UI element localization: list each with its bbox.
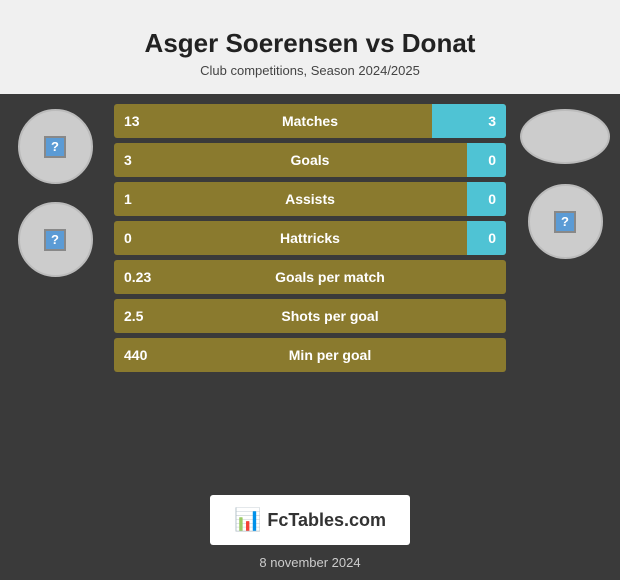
stat-row-hattricks: 0 Hattricks 0 bbox=[114, 221, 506, 255]
left-player-avatar-bottom: ? bbox=[18, 202, 93, 277]
logo-area: 📊 FcTables.com bbox=[210, 495, 410, 545]
page-wrapper: Asger Soerensen vs Donat Club competitio… bbox=[0, 0, 620, 580]
page-title: Asger Soerensen vs Donat bbox=[0, 18, 620, 61]
left-avatars: ? ? bbox=[0, 104, 110, 277]
stat-right-assists: 0 bbox=[466, 191, 506, 207]
stat-label-goals-per-match: Goals per match bbox=[154, 269, 506, 285]
date-text: 8 november 2024 bbox=[259, 555, 360, 570]
stat-right-hattricks: 0 bbox=[466, 230, 506, 246]
left-player-avatar-top: ? bbox=[18, 109, 93, 184]
stat-left-matches: 13 bbox=[114, 113, 154, 129]
stat-label-min-per-goal: Min per goal bbox=[154, 347, 506, 363]
header-bg: Asger Soerensen vs Donat Club competitio… bbox=[0, 0, 620, 94]
main-area: ? ? 13 Matches 3 3 Goals bbox=[0, 94, 620, 485]
stat-right-matches: 3 bbox=[466, 113, 506, 129]
stat-bar-assists: 1 Assists 0 bbox=[114, 182, 506, 216]
stat-row-goals: 3 Goals 0 bbox=[114, 143, 506, 177]
stat-bar-shots-per-goal: 2.5 Shots per goal bbox=[114, 299, 506, 333]
stat-right-goals: 0 bbox=[466, 152, 506, 168]
stat-row-min-per-goal: 440 Min per goal bbox=[114, 338, 506, 372]
stat-label-assists: Assists bbox=[154, 191, 466, 207]
left-avatar-question-bottom: ? bbox=[44, 229, 66, 251]
stat-label-shots-per-goal: Shots per goal bbox=[154, 308, 506, 324]
right-player-avatar-top bbox=[520, 109, 610, 164]
stat-left-hattricks: 0 bbox=[114, 230, 154, 246]
stat-left-goals: 3 bbox=[114, 152, 154, 168]
stat-label-hattricks: Hattricks bbox=[154, 230, 466, 246]
stat-row-matches: 13 Matches 3 bbox=[114, 104, 506, 138]
stat-row-goals-per-match: 0.23 Goals per match bbox=[114, 260, 506, 294]
stat-bar-hattricks: 0 Hattricks 0 bbox=[114, 221, 506, 255]
logo-icon: 📊 bbox=[234, 507, 261, 533]
right-player-avatar-bottom: ? bbox=[528, 184, 603, 259]
stat-label-matches: Matches bbox=[154, 113, 466, 129]
stat-bar-matches: 13 Matches 3 bbox=[114, 104, 506, 138]
page-subtitle: Club competitions, Season 2024/2025 bbox=[0, 61, 620, 88]
stat-left-shots-per-goal: 2.5 bbox=[114, 308, 154, 324]
right-avatar-area: ? bbox=[510, 104, 620, 259]
stat-bar-goals: 3 Goals 0 bbox=[114, 143, 506, 177]
stats-area: 13 Matches 3 3 Goals 0 1 Assists 0 bbox=[110, 104, 510, 372]
bottom-section: 📊 FcTables.com 8 november 2024 bbox=[0, 485, 620, 580]
right-avatar-question: ? bbox=[554, 211, 576, 233]
stat-left-min-per-goal: 440 bbox=[114, 347, 154, 363]
logo-text: FcTables.com bbox=[267, 510, 386, 531]
stat-bar-min-per-goal: 440 Min per goal bbox=[114, 338, 506, 372]
stat-left-goals-per-match: 0.23 bbox=[114, 269, 154, 285]
stat-label-goals: Goals bbox=[154, 152, 466, 168]
left-avatar-question-top: ? bbox=[44, 136, 66, 158]
stat-bar-goals-per-match: 0.23 Goals per match bbox=[114, 260, 506, 294]
stat-row-assists: 1 Assists 0 bbox=[114, 182, 506, 216]
stat-row-shots-per-goal: 2.5 Shots per goal bbox=[114, 299, 506, 333]
stat-left-assists: 1 bbox=[114, 191, 154, 207]
